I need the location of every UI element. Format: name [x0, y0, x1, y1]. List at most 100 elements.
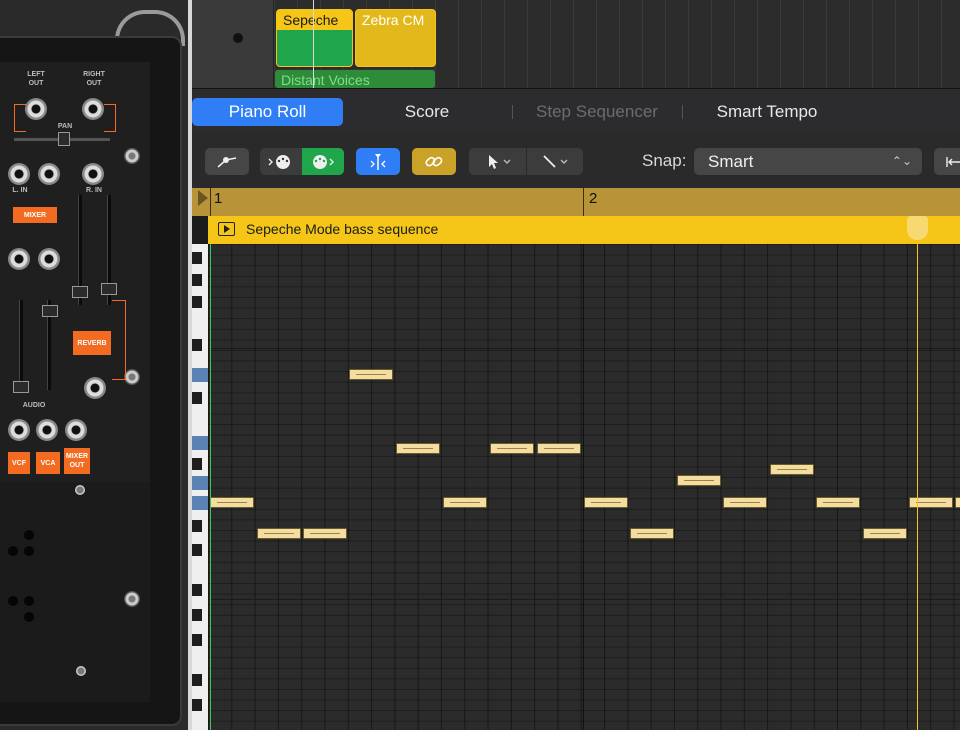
midi-note[interactable] — [723, 497, 767, 508]
r-in-label: R. IN — [86, 187, 102, 194]
piano-keyboard[interactable] — [192, 244, 208, 730]
speaker-hole — [8, 546, 18, 556]
midi-note[interactable] — [396, 443, 440, 454]
automation-icon[interactable] — [205, 148, 249, 175]
fader-track — [19, 300, 23, 390]
region-distant-voices[interactable]: Distant Voices — [274, 69, 436, 89]
audio-fader-handle[interactable] — [13, 381, 29, 393]
panel-screw — [75, 485, 85, 495]
midi-note[interactable] — [537, 443, 581, 454]
midi-note[interactable] — [677, 475, 721, 486]
midi-note[interactable] — [955, 497, 960, 508]
mixer-out-jack[interactable] — [65, 419, 87, 441]
midi-in-icon[interactable] — [260, 148, 302, 175]
region-title: Zebra CM — [356, 10, 435, 30]
tab-score[interactable]: Score — [342, 98, 512, 126]
black-key[interactable] — [192, 339, 202, 351]
octave-line — [208, 599, 960, 600]
tab-step-sequencer[interactable]: Step Sequencer — [512, 98, 682, 126]
reverb-button[interactable]: REVERB — [73, 331, 111, 355]
mixer-fader-handle[interactable] — [42, 305, 58, 317]
midi-note[interactable] — [630, 528, 674, 539]
midi-note[interactable] — [210, 497, 254, 508]
midi-note[interactable] — [443, 497, 487, 508]
tab-smart-tempo[interactable]: Smart Tempo — [682, 98, 852, 126]
octave-line — [208, 348, 960, 349]
bar-line — [583, 244, 584, 730]
mixer-jack-a[interactable] — [8, 248, 30, 270]
piano-roll-grid[interactable] — [208, 244, 960, 730]
region-name: Sepeche Mode bass sequence — [246, 221, 439, 237]
midi-note[interactable] — [303, 528, 347, 539]
fader-handle-right[interactable] — [101, 283, 117, 295]
highlighted-key — [192, 476, 208, 490]
black-key[interactable] — [192, 544, 202, 556]
vca-button[interactable]: VCA — [36, 452, 60, 474]
left-out-jack[interactable] — [25, 98, 47, 120]
mixer-out-button[interactable]: MIXER OUT — [64, 448, 90, 474]
midi-note[interactable] — [770, 464, 814, 475]
mixer-button[interactable]: MIXER — [13, 207, 57, 223]
playhead-handle[interactable] — [907, 216, 928, 240]
black-key[interactable] — [192, 609, 202, 621]
mixer-jack-b[interactable] — [38, 248, 60, 270]
bar-2-label: 2 — [589, 190, 598, 207]
black-key[interactable] — [192, 584, 202, 596]
fader-handle-left[interactable] — [72, 286, 88, 298]
region-play-icon[interactable] — [218, 222, 235, 236]
midi-note[interactable] — [584, 497, 628, 508]
highlighted-key — [192, 496, 208, 510]
midi-note[interactable] — [490, 443, 534, 454]
r-in-jack[interactable] — [82, 163, 104, 185]
vcf-button[interactable]: VCF — [8, 452, 30, 474]
black-key[interactable] — [192, 296, 202, 308]
panel-screw — [124, 148, 140, 164]
region-zebra-cm[interactable]: Zebra CM — [355, 9, 436, 67]
panel-screw — [124, 591, 140, 607]
black-key[interactable] — [192, 634, 202, 646]
reverb-jack[interactable] — [84, 377, 106, 399]
tracks-playhead — [313, 0, 314, 88]
l-in-jack-b[interactable] — [38, 163, 60, 185]
midi-note[interactable] — [909, 497, 953, 508]
midi-note[interactable] — [816, 497, 860, 508]
midi-note[interactable] — [863, 528, 907, 539]
pointer-tool-icon[interactable] — [469, 148, 526, 175]
playhead[interactable] — [917, 216, 918, 730]
modular-synth-panel: LEFT OUT RIGHT OUT PAN L. IN R. IN MIXER… — [0, 0, 190, 730]
black-key[interactable] — [192, 458, 202, 470]
wire — [104, 104, 116, 132]
midi-out-icon[interactable] — [302, 148, 344, 175]
midi-note[interactable] — [257, 528, 301, 539]
midi-note[interactable] — [349, 369, 393, 380]
black-key[interactable] — [192, 274, 202, 286]
piano-roll-toolbar: Snap: Smart ⌃⌄ — [192, 134, 960, 188]
black-key[interactable] — [192, 674, 202, 686]
link-icon[interactable] — [412, 148, 456, 175]
pan-label: PAN — [57, 123, 73, 130]
collapse-icon[interactable] — [934, 148, 960, 175]
editor-tab-bar: Piano Roll Score Step Sequencer Smart Te… — [192, 88, 960, 134]
pan-slider-handle[interactable] — [58, 132, 70, 146]
black-key[interactable] — [192, 699, 202, 711]
snap-select[interactable]: Smart ⌃⌄ — [694, 148, 922, 175]
bar-tick — [583, 188, 584, 216]
track-header[interactable] — [192, 0, 274, 88]
black-key[interactable] — [192, 392, 202, 404]
black-key[interactable] — [192, 520, 202, 532]
record-enable-icon[interactable] — [233, 33, 243, 43]
vca-jack[interactable] — [36, 419, 58, 441]
l-in-jack-a[interactable] — [8, 163, 30, 185]
audio-label: AUDIO — [22, 402, 46, 409]
black-key[interactable] — [192, 252, 202, 264]
region-sepeche[interactable]: Sepeche — [276, 9, 353, 67]
region-header[interactable]: Sepeche Mode bass sequence — [208, 216, 960, 244]
bar-ruler[interactable]: 1 2 — [192, 188, 960, 216]
pencil-tool-icon[interactable] — [526, 148, 583, 175]
catch-playhead-icon[interactable] — [356, 148, 400, 175]
right-out-jack[interactable] — [82, 98, 104, 120]
tab-piano-roll[interactable]: Piano Roll — [192, 98, 343, 126]
snap-label: Snap: — [642, 151, 687, 170]
bar-1-label: 1 — [214, 190, 223, 207]
vcf-jack[interactable] — [8, 419, 30, 441]
